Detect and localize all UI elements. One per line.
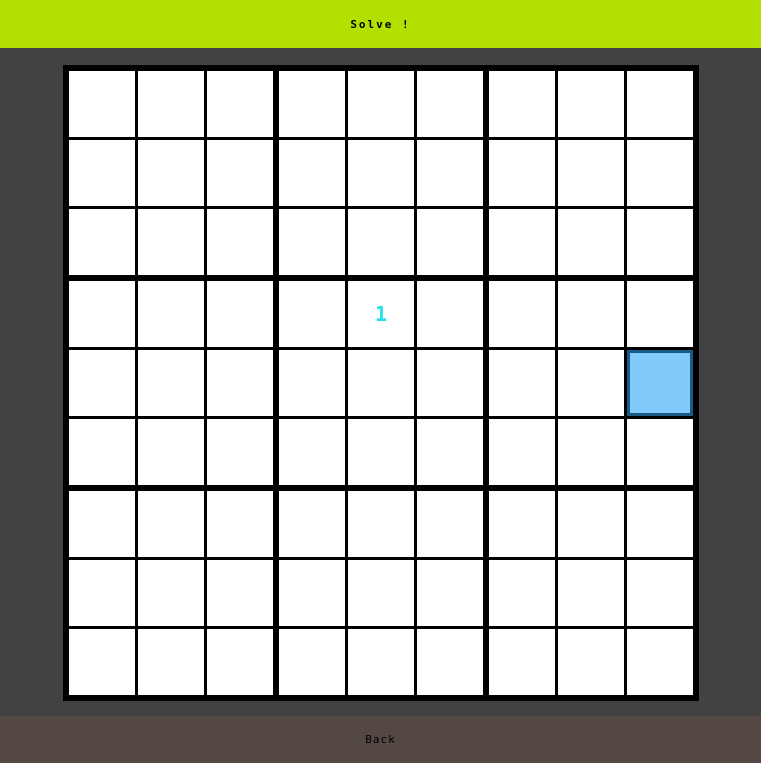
sudoku-cell-r1-c3[interactable] — [207, 71, 273, 137]
sudoku-cell-r7-c3[interactable] — [207, 491, 273, 557]
sudoku-cell-r5-c9[interactable] — [627, 350, 693, 416]
sudoku-cell-r5-c3[interactable] — [207, 350, 273, 416]
sudoku-cell-r5-c7[interactable] — [489, 350, 555, 416]
solve-button-label: Solve ! — [350, 17, 411, 31]
sudoku-cell-r8-c6[interactable] — [417, 560, 483, 626]
sudoku-board: 1 — [63, 65, 699, 701]
sudoku-cell-r1-c1[interactable] — [69, 71, 135, 137]
sudoku-cell-r2-c9[interactable] — [627, 140, 693, 206]
sudoku-cell-r6-c3[interactable] — [207, 419, 273, 485]
sudoku-cell-r1-c8[interactable] — [558, 71, 624, 137]
sudoku-cell-r6-c7[interactable] — [489, 419, 555, 485]
sudoku-cell-r4-c1[interactable] — [69, 281, 135, 347]
sudoku-cell-r1-c5[interactable] — [348, 71, 414, 137]
sudoku-cell-r8-c7[interactable] — [489, 560, 555, 626]
sudoku-cell-r4-c3[interactable] — [207, 281, 273, 347]
sudoku-cell-r4-c5[interactable]: 1 — [348, 281, 414, 347]
sudoku-cell-r6-c4[interactable] — [279, 419, 345, 485]
sudoku-cell-r7-c8[interactable] — [558, 491, 624, 557]
sudoku-cell-r5-c1[interactable] — [69, 350, 135, 416]
sudoku-cell-r8-c9[interactable] — [627, 560, 693, 626]
sudoku-cell-r8-c2[interactable] — [138, 560, 204, 626]
sudoku-cell-r6-c8[interactable] — [558, 419, 624, 485]
sudoku-cell-r7-c1[interactable] — [69, 491, 135, 557]
sudoku-cell-r2-c8[interactable] — [558, 140, 624, 206]
sudoku-cell-r3-c8[interactable] — [558, 209, 624, 275]
sudoku-cell-r1-c6[interactable] — [417, 71, 483, 137]
sudoku-cell-r4-c6[interactable] — [417, 281, 483, 347]
sudoku-cell-r4-c9[interactable] — [627, 281, 693, 347]
sudoku-cell-r3-c9[interactable] — [627, 209, 693, 275]
sudoku-cell-r7-c4[interactable] — [279, 491, 345, 557]
sudoku-cell-r5-c2[interactable] — [138, 350, 204, 416]
sudoku-cell-r7-c2[interactable] — [138, 491, 204, 557]
back-button-label: Back — [365, 733, 396, 746]
sudoku-cell-r3-c6[interactable] — [417, 209, 483, 275]
sudoku-cell-r9-c8[interactable] — [558, 629, 624, 695]
sudoku-cell-r9-c2[interactable] — [138, 629, 204, 695]
sudoku-cell-r8-c1[interactable] — [69, 560, 135, 626]
sudoku-cell-r4-c7[interactable] — [489, 281, 555, 347]
sudoku-cell-r2-c4[interactable] — [279, 140, 345, 206]
sudoku-cell-r6-c1[interactable] — [69, 419, 135, 485]
sudoku-cell-r4-c2[interactable] — [138, 281, 204, 347]
sudoku-cell-r6-c5[interactable] — [348, 419, 414, 485]
sudoku-cell-r9-c3[interactable] — [207, 629, 273, 695]
cell-digit: 1 — [374, 302, 388, 326]
sudoku-cell-r2-c2[interactable] — [138, 140, 204, 206]
sudoku-cell-r2-c6[interactable] — [417, 140, 483, 206]
sudoku-cell-r3-c5[interactable] — [348, 209, 414, 275]
sudoku-cell-r8-c8[interactable] — [558, 560, 624, 626]
sudoku-cell-r6-c2[interactable] — [138, 419, 204, 485]
sudoku-screen: Solve ! 1 Back — [0, 0, 761, 763]
sudoku-cell-r2-c3[interactable] — [207, 140, 273, 206]
sudoku-cell-r1-c9[interactable] — [627, 71, 693, 137]
sudoku-cell-r5-c4[interactable] — [279, 350, 345, 416]
sudoku-cell-r7-c6[interactable] — [417, 491, 483, 557]
sudoku-cell-r8-c4[interactable] — [279, 560, 345, 626]
sudoku-cell-r3-c2[interactable] — [138, 209, 204, 275]
sudoku-cell-r2-c1[interactable] — [69, 140, 135, 206]
sudoku-cell-r7-c7[interactable] — [489, 491, 555, 557]
sudoku-cell-r9-c5[interactable] — [348, 629, 414, 695]
sudoku-cell-r9-c4[interactable] — [279, 629, 345, 695]
sudoku-cell-r2-c5[interactable] — [348, 140, 414, 206]
sudoku-cell-r3-c3[interactable] — [207, 209, 273, 275]
sudoku-cell-r5-c5[interactable] — [348, 350, 414, 416]
sudoku-cell-r1-c4[interactable] — [279, 71, 345, 137]
sudoku-cell-r7-c5[interactable] — [348, 491, 414, 557]
sudoku-cell-r1-c7[interactable] — [489, 71, 555, 137]
back-button[interactable]: Back — [0, 716, 761, 763]
sudoku-cell-r9-c7[interactable] — [489, 629, 555, 695]
sudoku-cell-r9-c1[interactable] — [69, 629, 135, 695]
sudoku-cell-r1-c2[interactable] — [138, 71, 204, 137]
sudoku-cell-r4-c4[interactable] — [279, 281, 345, 347]
sudoku-cell-r2-c7[interactable] — [489, 140, 555, 206]
sudoku-cell-r9-c6[interactable] — [417, 629, 483, 695]
sudoku-cell-r3-c1[interactable] — [69, 209, 135, 275]
sudoku-cell-r4-c8[interactable] — [558, 281, 624, 347]
sudoku-cell-r6-c6[interactable] — [417, 419, 483, 485]
sudoku-cell-r3-c7[interactable] — [489, 209, 555, 275]
sudoku-cell-r5-c6[interactable] — [417, 350, 483, 416]
sudoku-cell-r7-c9[interactable] — [627, 491, 693, 557]
sudoku-cell-r9-c9[interactable] — [627, 629, 693, 695]
sudoku-cell-r8-c5[interactable] — [348, 560, 414, 626]
sudoku-cell-r6-c9[interactable] — [627, 419, 693, 485]
sudoku-cell-r5-c8[interactable] — [558, 350, 624, 416]
sudoku-cell-r3-c4[interactable] — [279, 209, 345, 275]
solve-button[interactable]: Solve ! — [0, 0, 761, 48]
sudoku-cell-r8-c3[interactable] — [207, 560, 273, 626]
